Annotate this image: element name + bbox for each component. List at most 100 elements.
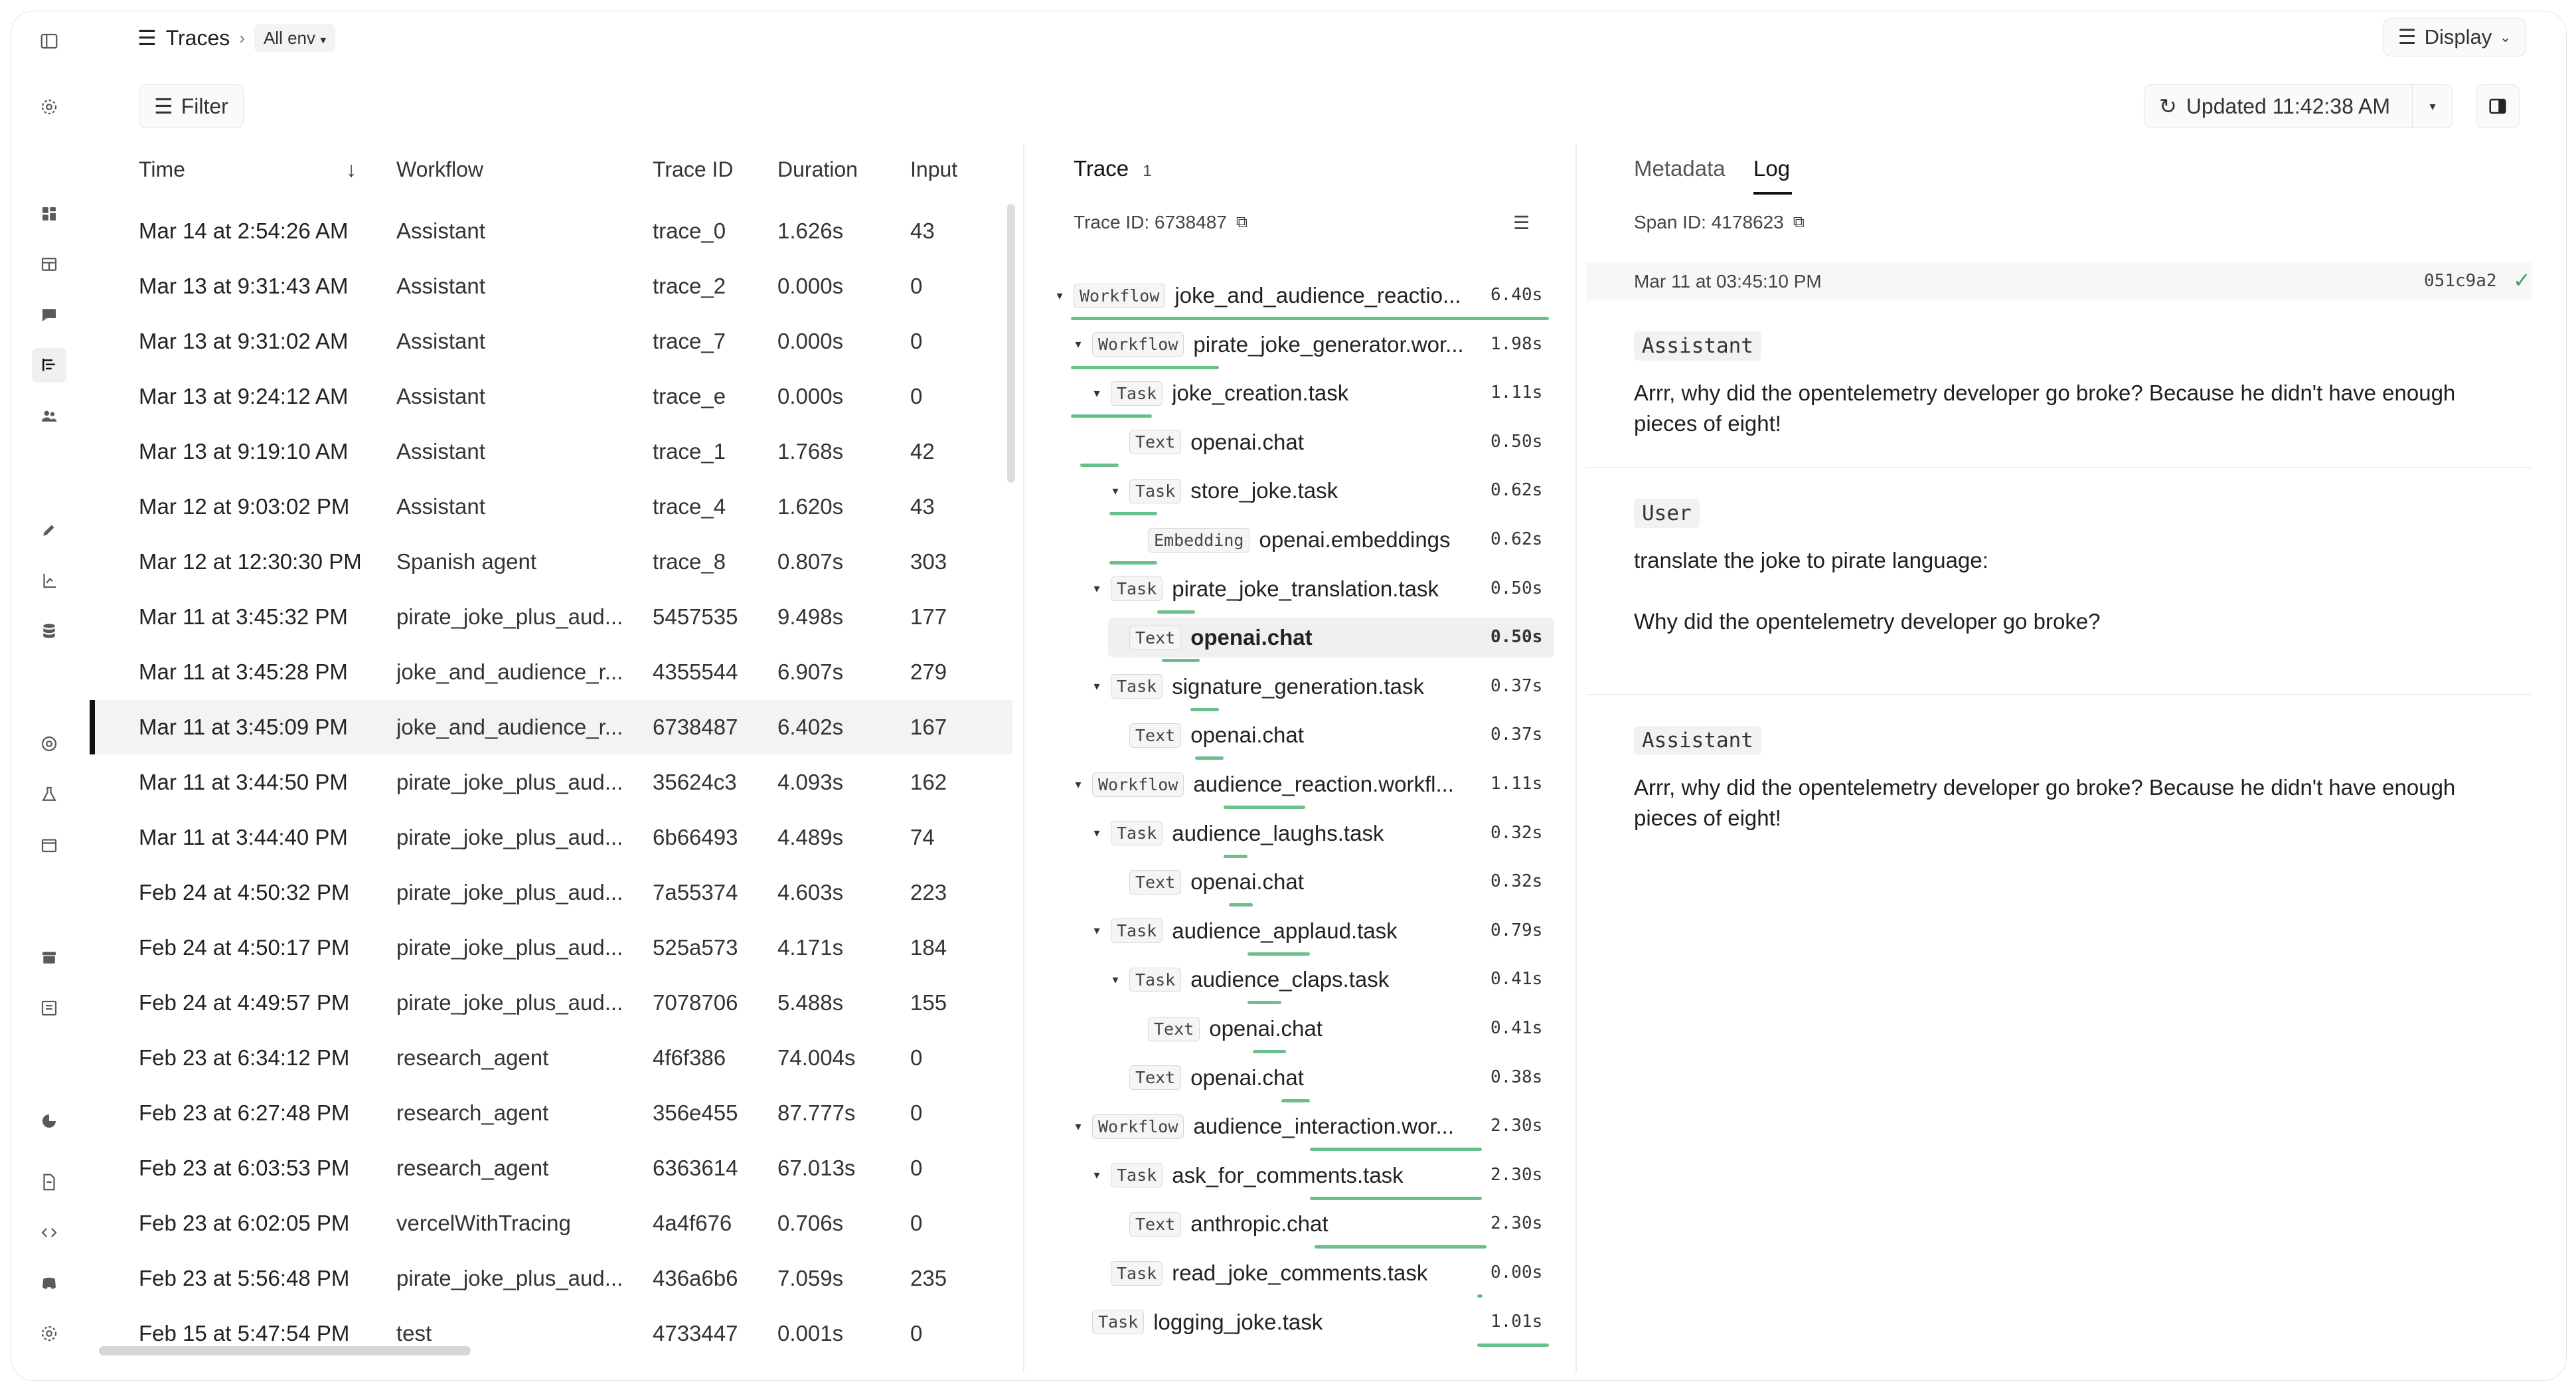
trace-node[interactable]: ▾ Workflow pirate_joke_generator.wor... bbox=[1071, 325, 1464, 365]
caret-down-icon[interactable]: ▾ bbox=[1089, 924, 1104, 938]
caret-down-icon[interactable]: ▾ bbox=[1108, 973, 1123, 987]
trace-node[interactable]: Task logging_joke.task bbox=[1071, 1302, 1323, 1342]
target-icon[interactable] bbox=[38, 733, 60, 755]
trace-node[interactable]: ▾ Workflow audience_reaction.workfl... bbox=[1071, 764, 1454, 804]
discord-icon[interactable] bbox=[38, 1272, 60, 1294]
sidebar-toggle-icon[interactable] bbox=[38, 30, 60, 52]
trace-node[interactable]: ▾ Workflow joke_and_audience_reactio... bbox=[1052, 276, 1461, 315]
chat-icon[interactable] bbox=[38, 304, 60, 326]
trace-node[interactable]: Text openai.chat bbox=[1108, 618, 1554, 658]
refresh-button[interactable]: ↻ Updated 11:42:38 AM bbox=[2144, 85, 2413, 128]
table-row[interactable]: Mar 12 at 9:03:02 PM Assistant trace_4 1.62… bbox=[90, 479, 1012, 534]
caret-down-icon[interactable]: ▾ bbox=[1052, 289, 1067, 303]
table-row[interactable]: Mar 11 at 3:45:09 PM joke_and_audience_r.… bbox=[90, 700, 1012, 754]
trace-node[interactable]: Text openai.chat bbox=[1108, 1058, 1304, 1098]
document-icon[interactable] bbox=[38, 1171, 60, 1193]
tab-trace[interactable]: Trace 1 bbox=[1074, 156, 1152, 181]
table-row[interactable]: Mar 13 at 9:31:02 AM Assistant trace_7 0.00… bbox=[90, 314, 1012, 369]
sort-desc-icon[interactable]: ↓ bbox=[346, 157, 357, 188]
col-duration[interactable]: Duration bbox=[777, 157, 858, 188]
table-row[interactable]: Mar 14 at 2:54:26 AM Assistant trace_0 1.62… bbox=[90, 204, 1012, 258]
caret-down-icon[interactable]: ▾ bbox=[1089, 679, 1104, 693]
table-row[interactable]: Mar 13 at 9:19:10 AM Assistant trace_1 1.76… bbox=[90, 424, 1012, 479]
trace-node[interactable]: ▾ Task pirate_joke_translation.task bbox=[1089, 569, 1439, 609]
table-row[interactable]: Mar 13 at 9:24:12 AM Assistant trace_e 0.00… bbox=[90, 369, 1012, 424]
table-row[interactable]: Feb 24 at 4:50:17 PM pirate_joke_plus_aud… bbox=[90, 920, 1012, 975]
trace-node[interactable]: ▾ Task audience_claps.task bbox=[1108, 960, 1389, 999]
caret-down-icon[interactable]: ▾ bbox=[1089, 387, 1104, 400]
caret-down-icon[interactable]: ▾ bbox=[1071, 1120, 1086, 1134]
pencil-icon[interactable] bbox=[38, 519, 60, 541]
table-row[interactable]: Mar 11 at 3:45:32 PM pirate_joke_plus_aud… bbox=[90, 590, 1012, 644]
caret-down-icon[interactable]: ▾ bbox=[1071, 337, 1086, 351]
table-row[interactable]: Feb 23 at 6:02:05 PM vercelWithTracing 4a4… bbox=[90, 1196, 1012, 1251]
gear-icon[interactable] bbox=[38, 1322, 60, 1345]
archive-icon[interactable] bbox=[38, 946, 60, 969]
trace-node[interactable]: Text openai.chat bbox=[1108, 862, 1304, 902]
toggle-panel-button[interactable] bbox=[2476, 84, 2520, 128]
trace-node[interactable]: ▾ Task ask_for_comments.task bbox=[1089, 1156, 1404, 1195]
col-time[interactable]: Time bbox=[139, 157, 185, 188]
refresh-dropdown[interactable]: ▾ bbox=[2413, 100, 2453, 114]
database-icon[interactable] bbox=[38, 620, 60, 642]
traces-icon[interactable] bbox=[32, 348, 66, 383]
caret-down-icon[interactable]: ▾ bbox=[1071, 778, 1086, 792]
caret-down-icon[interactable]: ▾ bbox=[1089, 1168, 1104, 1182]
table-row[interactable]: Feb 23 at 6:34:12 PM research_agent 4f6f38… bbox=[90, 1031, 1012, 1085]
table-row[interactable]: Mar 11 at 3:44:50 PM pirate_joke_plus_aud… bbox=[90, 755, 1012, 810]
table-vertical-scrollbar[interactable] bbox=[1007, 204, 1015, 483]
filter-button[interactable]: ☰ Filter bbox=[139, 84, 244, 128]
beaker-icon[interactable] bbox=[38, 783, 60, 806]
row-trace-id: 4355544 bbox=[653, 659, 738, 684]
trace-node[interactable]: ▾ Task joke_creation.task bbox=[1089, 373, 1348, 413]
trace-node[interactable]: ▾ Task audience_applaud.task bbox=[1089, 911, 1398, 951]
row-duration: 4.489s bbox=[777, 825, 844, 849]
list-icon[interactable] bbox=[38, 997, 60, 1019]
table-horizontal-scrollbar[interactable] bbox=[99, 1346, 471, 1355]
table-row[interactable]: Mar 13 at 9:31:43 AM Assistant trace_2 0.00… bbox=[90, 259, 1012, 313]
trace-node[interactable]: Embedding openai.embeddings bbox=[1127, 520, 1451, 560]
trace-node[interactable]: Text openai.chat bbox=[1127, 1009, 1323, 1049]
tab-metadata[interactable]: Metadata bbox=[1634, 156, 1726, 181]
trace-node[interactable]: Task read_joke_comments.task bbox=[1089, 1253, 1427, 1293]
table-row[interactable]: Mar 11 at 3:45:28 PM joke_and_audience_r.… bbox=[90, 645, 1012, 699]
col-input[interactable]: Input bbox=[910, 157, 957, 188]
table-row[interactable]: Feb 23 at 6:03:53 PM research_agent 636361… bbox=[90, 1141, 1012, 1195]
copy-icon[interactable]: ⧉ bbox=[1236, 213, 1248, 232]
trace-view-icon[interactable]: ☰ bbox=[1513, 212, 1530, 234]
trace-node[interactable]: ▾ Task store_joke.task bbox=[1108, 471, 1338, 511]
row-trace-id: trace_0 bbox=[653, 218, 726, 243]
filter-icon: ☰ bbox=[154, 94, 173, 118]
flask-icon[interactable] bbox=[38, 569, 60, 592]
settings-icon[interactable] bbox=[38, 96, 60, 118]
trace-node[interactable]: Text openai.chat bbox=[1108, 715, 1304, 755]
table-row[interactable]: Mar 11 at 3:44:40 PM pirate_joke_plus_aud… bbox=[90, 810, 1012, 865]
trace-node[interactable]: Text anthropic.chat bbox=[1108, 1204, 1328, 1244]
caret-down-icon[interactable]: ▾ bbox=[1108, 484, 1123, 498]
dashboard-icon[interactable] bbox=[38, 203, 60, 225]
table-row[interactable]: Feb 23 at 5:56:48 PM pirate_joke_plus_aud… bbox=[90, 1251, 1012, 1306]
trace-node[interactable]: Text openai.chat bbox=[1108, 422, 1304, 462]
caret-down-icon[interactable]: ▾ bbox=[1089, 582, 1104, 596]
caret-down-icon[interactable]: ▾ bbox=[1089, 826, 1104, 840]
tab-log[interactable]: Log bbox=[1753, 156, 1790, 181]
table-row[interactable]: Feb 23 at 6:27:48 PM research_agent 356e45… bbox=[90, 1086, 1012, 1140]
trace-node[interactable]: ▾ Task audience_laughs.task bbox=[1089, 814, 1384, 853]
pie-icon[interactable] bbox=[38, 1110, 60, 1132]
trace-node[interactable]: ▾ Task signature_generation.task bbox=[1089, 667, 1424, 707]
table-row[interactable]: Mar 12 at 12:30:30 PM Spanish agent trace_… bbox=[90, 535, 1012, 589]
col-workflow[interactable]: Workflow bbox=[396, 157, 483, 188]
table-row[interactable]: Feb 24 at 4:50:32 PM pirate_joke_plus_aud… bbox=[90, 865, 1012, 920]
table-row[interactable]: Feb 24 at 4:49:57 PM pirate_joke_plus_aud… bbox=[90, 976, 1012, 1030]
env-selector[interactable]: All env ▾ bbox=[254, 23, 336, 52]
users-icon[interactable] bbox=[38, 404, 60, 427]
breadcrumb-traces[interactable]: ☰ Traces › bbox=[137, 25, 245, 50]
trace-node[interactable]: ▾ Workflow audience_interaction.wor... bbox=[1071, 1106, 1454, 1146]
col-trace-id[interactable]: Trace ID bbox=[653, 157, 734, 188]
row-duration: 67.013s bbox=[777, 1156, 856, 1180]
display-button[interactable]: ☰ Display ⌄ bbox=[2382, 18, 2526, 56]
calendar-icon[interactable] bbox=[38, 833, 60, 856]
code-icon[interactable] bbox=[38, 1221, 60, 1244]
table-icon[interactable] bbox=[38, 253, 60, 276]
copy-icon[interactable]: ⧉ bbox=[1793, 213, 1805, 232]
